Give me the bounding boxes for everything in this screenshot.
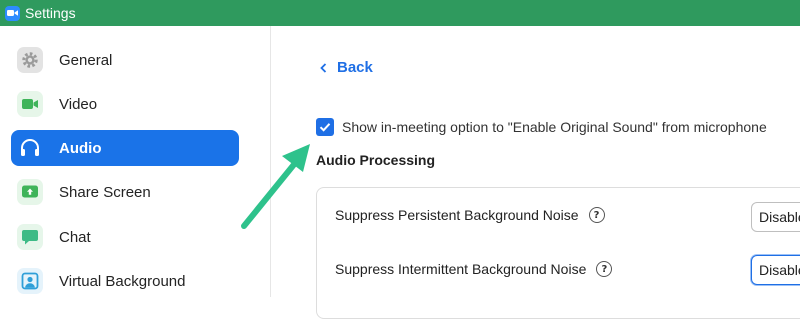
original-sound-label: Show in-meeting option to "Enable Origin…	[342, 119, 767, 135]
intermittent-noise-value: Disable	[759, 262, 800, 278]
help-icon[interactable]: ?	[588, 207, 605, 223]
chevron-left-icon	[320, 62, 327, 73]
gear-icon	[17, 47, 43, 73]
sidebar-item-audio[interactable]: Audio	[11, 130, 239, 166]
sidebar-item-label: Audio	[59, 139, 102, 157]
video-camera-icon	[17, 91, 43, 117]
sidebar-item-general[interactable]: General	[11, 42, 239, 78]
audio-settings-panel: Back Show in-meeting option to "Enable O…	[271, 26, 800, 319]
sidebar-item-label: Chat	[59, 228, 91, 246]
intermittent-noise-label: Suppress Intermittent Background Noise	[335, 261, 587, 277]
sidebar-item-label: Video	[59, 95, 98, 113]
sidebar-item-chat[interactable]: Chat	[11, 219, 239, 255]
window-title: Settings	[25, 5, 76, 21]
share-screen-icon	[17, 179, 43, 205]
back-button[interactable]: Back	[319, 59, 373, 76]
help-icon[interactable]: ?	[596, 261, 613, 277]
intermittent-noise-row: Suppress Intermittent Background Noise ?	[335, 261, 613, 277]
zoom-app-icon	[5, 5, 20, 21]
original-sound-option: Show in-meeting option to "Enable Origin…	[316, 118, 767, 136]
sidebar-item-share-screen[interactable]: Share Screen	[11, 174, 239, 210]
title-bar: Settings	[0, 0, 800, 26]
back-label: Back	[337, 59, 373, 76]
annotation-arrow	[241, 144, 310, 229]
sidebar-item-label: General	[59, 51, 113, 69]
sidebar-item-video[interactable]: Video	[11, 86, 239, 122]
sidebar-item-virtual-background[interactable]: Virtual Background	[11, 263, 239, 299]
chat-bubble-icon	[17, 224, 43, 250]
person-background-icon	[17, 268, 43, 294]
sidebar-item-label: Share Screen	[59, 183, 151, 201]
intermittent-noise-select[interactable]: Disable	[751, 255, 800, 285]
persistent-noise-value: Disable	[759, 209, 800, 225]
persistent-noise-label: Suppress Persistent Background Noise	[335, 207, 579, 223]
audio-processing-card: Suppress Persistent Background Noise ? D…	[316, 187, 800, 319]
sidebar-item-label: Virtual Background	[59, 272, 186, 290]
persistent-noise-select[interactable]: Disable	[751, 202, 800, 232]
headphones-icon	[17, 135, 43, 161]
persistent-noise-row: Suppress Persistent Background Noise ?	[335, 207, 605, 223]
